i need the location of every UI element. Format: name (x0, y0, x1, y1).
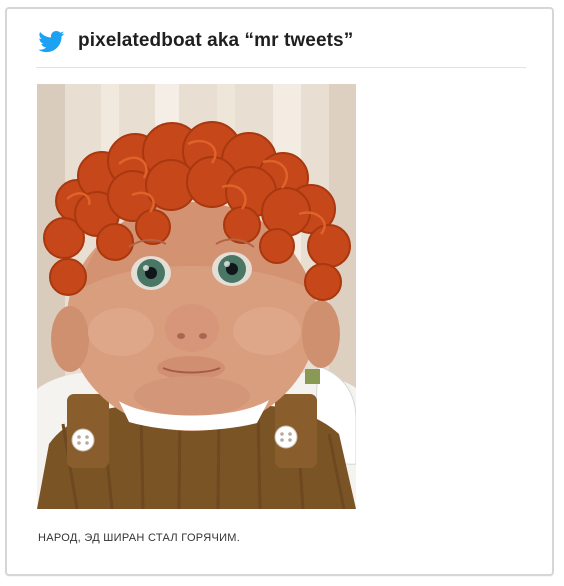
tweet-header: pixelatedboat aka “mr tweets” (36, 25, 526, 68)
tweet-card: pixelatedboat aka “mr tweets” НАРОД, ЭД … (5, 7, 554, 576)
tweet-photo (37, 84, 356, 509)
tweet-username[interactable]: pixelatedboat aka “mr tweets” (78, 30, 353, 52)
tweet-caption: НАРОД, ЭД ШИРАН СТАЛ ГОРЯЧИМ. (38, 532, 241, 544)
twitter-bird-icon (38, 31, 65, 53)
